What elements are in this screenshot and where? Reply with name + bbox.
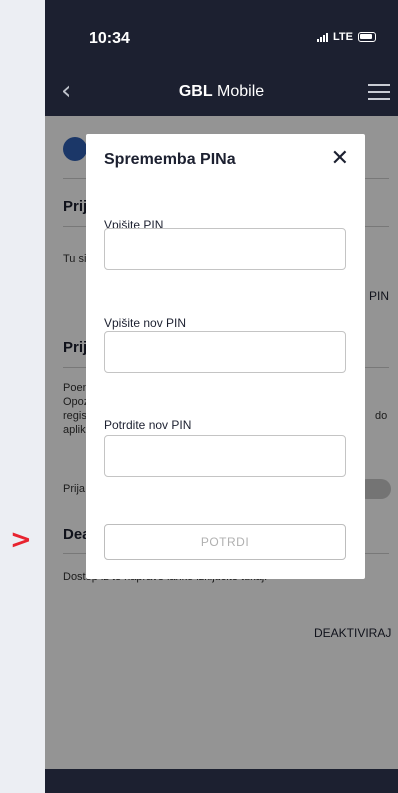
change-pin-dialog: Sprememba PINa ✕ Vpišite PIN Vpišite nov… bbox=[86, 134, 365, 579]
new-pin-label: Vpišite nov PIN bbox=[104, 316, 187, 330]
page-title-rest: Mobile bbox=[212, 83, 265, 100]
hamburger-menu-icon[interactable] bbox=[368, 84, 390, 100]
page-title: GBL Mobile bbox=[45, 83, 398, 101]
bottom-bar bbox=[45, 769, 398, 793]
status-time: 10:34 bbox=[89, 30, 130, 47]
network-label: LTE bbox=[333, 31, 353, 43]
confirm-pin-label: Potrdite nov PIN bbox=[104, 418, 192, 432]
current-pin-input[interactable] bbox=[104, 228, 346, 270]
new-pin-input[interactable] bbox=[104, 331, 346, 373]
nav-bar: ‹ GBL Mobile bbox=[45, 70, 398, 116]
side-arrow-icon: > bbox=[10, 525, 32, 555]
dialog-title: Sprememba PINa bbox=[104, 151, 236, 168]
signal-icon bbox=[317, 32, 329, 42]
confirm-button[interactable]: POTRDI bbox=[104, 524, 346, 560]
status-bar: 10:34 LTE bbox=[45, 0, 398, 70]
close-icon[interactable]: ✕ bbox=[331, 148, 349, 170]
status-indicators: LTE bbox=[317, 31, 376, 43]
page-title-bold: GBL bbox=[178, 83, 213, 100]
battery-icon bbox=[358, 32, 376, 42]
confirm-pin-input[interactable] bbox=[104, 435, 346, 477]
phone-screen: 10:34 LTE ‹ GBL Mobile Prij Tu si PIN Pr… bbox=[45, 0, 398, 793]
